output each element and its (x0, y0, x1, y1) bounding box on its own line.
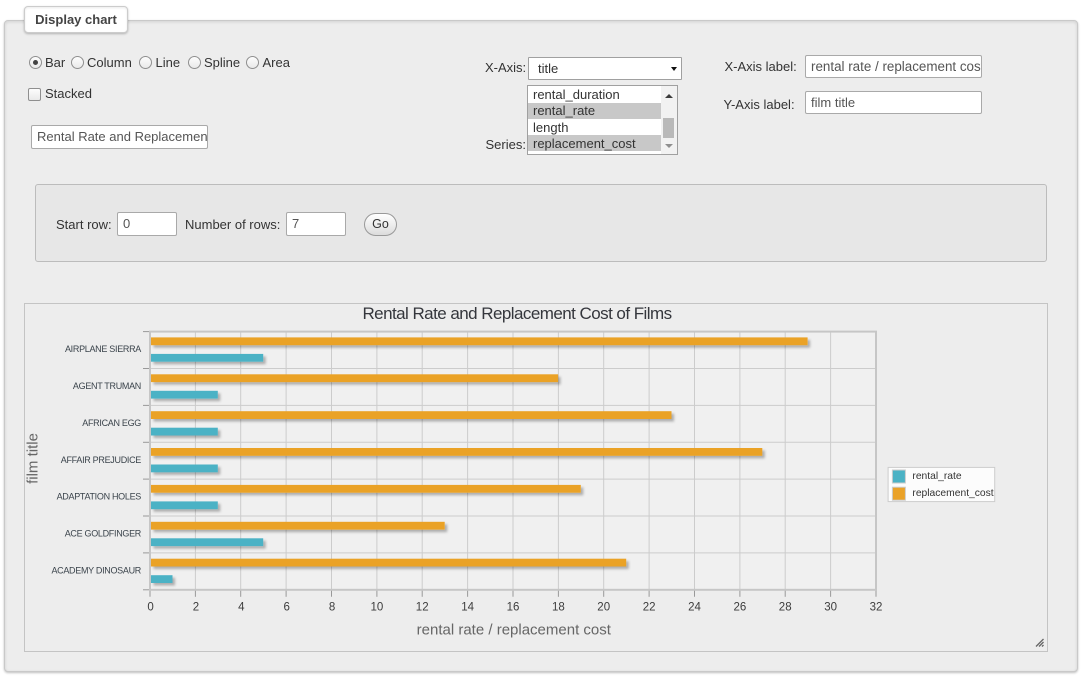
svg-text:film title: film title (25, 433, 42, 484)
svg-text:28: 28 (779, 602, 792, 614)
svg-text:ADAPTATION HOLES: ADAPTATION HOLES (57, 492, 142, 502)
svg-text:18: 18 (552, 602, 565, 614)
svg-text:Rental Rate and Replacement Co: Rental Rate and Replacement Cost of Film… (362, 304, 671, 323)
svg-text:AIRPLANE SIERRA: AIRPLANE SIERRA (65, 344, 141, 354)
svg-text:0: 0 (147, 602, 153, 614)
svg-text:rental rate / replacement cost: rental rate / replacement cost (417, 622, 612, 639)
svg-text:24: 24 (688, 602, 701, 614)
svg-text:16: 16 (507, 602, 520, 614)
svg-text:14: 14 (461, 602, 474, 614)
svg-text:6: 6 (283, 602, 289, 614)
svg-text:30: 30 (824, 602, 837, 614)
svg-text:12: 12 (416, 602, 429, 614)
svg-text:10: 10 (371, 602, 384, 614)
svg-text:AGENT TRUMAN: AGENT TRUMAN (73, 381, 141, 391)
svg-text:replacement_cost: replacement_cost (912, 488, 993, 499)
svg-text:8: 8 (329, 602, 335, 614)
svg-text:4: 4 (238, 602, 245, 614)
svg-text:AFRICAN EGG: AFRICAN EGG (82, 418, 141, 428)
svg-text:20: 20 (597, 602, 610, 614)
svg-text:2: 2 (193, 602, 199, 614)
svg-text:26: 26 (734, 602, 747, 614)
svg-text:AFFAIR PREJUDICE: AFFAIR PREJUDICE (61, 455, 142, 465)
svg-text:ACADEMY DINOSAUR: ACADEMY DINOSAUR (51, 566, 141, 576)
svg-text:32: 32 (870, 602, 883, 614)
svg-text:22: 22 (643, 602, 656, 614)
svg-text:rental_rate: rental_rate (912, 471, 962, 482)
svg-text:ACE GOLDFINGER: ACE GOLDFINGER (65, 529, 142, 539)
